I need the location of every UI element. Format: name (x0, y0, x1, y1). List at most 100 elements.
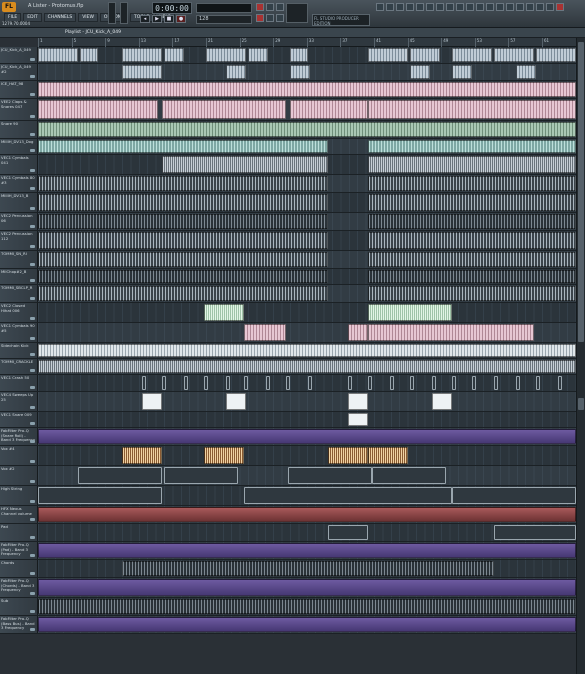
pattern-clip[interactable] (308, 376, 312, 390)
track-header[interactable]: Sidechain Kick (0, 343, 38, 358)
wait-input-icon[interactable] (266, 3, 274, 11)
pattern-clip[interactable] (38, 194, 328, 211)
track-enable-led[interactable] (30, 58, 35, 61)
track-header[interactable]: Vox #4 (0, 446, 38, 465)
project-info-icon[interactable] (436, 3, 444, 11)
pattern-clip[interactable] (38, 429, 576, 444)
record-button[interactable]: ● (176, 15, 186, 23)
track-enable-led[interactable] (30, 460, 35, 463)
pattern-clip[interactable] (248, 48, 268, 62)
master-pitch-slider[interactable] (120, 2, 128, 24)
pattern-clip[interactable] (266, 376, 270, 390)
pattern-clip[interactable] (452, 65, 472, 79)
track-header[interactable]: MIIIIH_DV13_Dog (0, 139, 38, 154)
track-header[interactable]: JCU_Kick_A_049 (0, 47, 38, 63)
pattern-clip[interactable] (288, 467, 372, 484)
plugin-picker-icon[interactable] (426, 3, 434, 11)
track-header[interactable]: Sub (0, 598, 38, 615)
track-lane[interactable] (38, 466, 576, 485)
track-lane[interactable] (38, 47, 576, 63)
track-lane[interactable] (38, 446, 576, 465)
undo-icon[interactable] (456, 3, 464, 11)
track-enable-led[interactable] (30, 480, 35, 483)
pattern-clip[interactable] (368, 447, 408, 464)
pattern-clip[interactable] (244, 487, 452, 504)
track-lane[interactable] (38, 412, 576, 427)
minimize-icon[interactable] (536, 3, 544, 11)
track-lane[interactable] (38, 343, 576, 358)
pattern-clip[interactable] (558, 376, 562, 390)
pattern-clip[interactable] (368, 232, 576, 249)
pattern-clip[interactable] (286, 376, 290, 390)
pattern-clip[interactable] (516, 376, 520, 390)
track-enable-led[interactable] (30, 554, 35, 557)
pattern-clip[interactable] (368, 140, 576, 153)
track-lane[interactable] (38, 231, 576, 250)
online-icon[interactable] (486, 3, 494, 11)
track-header[interactable]: VEC1 Cymbals 041 (0, 155, 38, 174)
track-lane[interactable] (38, 64, 576, 80)
track-lane[interactable] (38, 175, 576, 192)
pattern-clip[interactable] (328, 447, 368, 464)
track-enable-led[interactable] (30, 317, 35, 320)
track-enable-led[interactable] (30, 115, 35, 118)
track-lane[interactable] (38, 392, 576, 411)
pattern-clip[interactable] (368, 156, 576, 173)
pattern-clip[interactable] (80, 48, 98, 62)
track-header[interactable]: FabFilter Pro-Q (Snare Roll) - Band 3 Fr… (0, 428, 38, 445)
pattern-clip[interactable] (204, 376, 208, 390)
pattern-clip[interactable] (78, 467, 162, 484)
save-icon[interactable] (466, 3, 474, 11)
help-icon[interactable] (496, 3, 504, 11)
pattern-clip[interactable] (290, 48, 308, 62)
track-header[interactable]: Snare 90 (0, 121, 38, 138)
loop-record-icon[interactable] (276, 14, 284, 22)
browser-window-icon[interactable] (416, 3, 424, 11)
pattern-clip[interactable] (122, 561, 494, 576)
pattern-clip[interactable] (38, 232, 328, 249)
close-icon[interactable] (556, 3, 564, 11)
track-header[interactable]: VEC4 Sweeps Up 25 (0, 392, 38, 411)
pattern-clip[interactable] (38, 543, 576, 558)
track-enable-led[interactable] (30, 536, 35, 539)
countdown-icon[interactable] (276, 3, 284, 11)
track-header[interactable]: VEC2 Percussion 06 (0, 213, 38, 230)
track-header[interactable]: VEC1 Crash 50 (0, 375, 38, 391)
pattern-selector[interactable] (286, 3, 308, 23)
track-header[interactable]: MIIIIH_DV13_B (0, 193, 38, 212)
pattern-clip[interactable] (290, 65, 310, 79)
pattern-clip[interactable] (452, 48, 492, 62)
pattern-clip[interactable] (162, 156, 328, 173)
track-enable-led[interactable] (30, 440, 35, 443)
pattern-clip[interactable] (162, 100, 286, 119)
step-edit-icon[interactable] (266, 14, 274, 22)
track-enable-led[interactable] (30, 422, 35, 425)
track-lane[interactable] (38, 375, 576, 391)
track-lane[interactable] (38, 428, 576, 445)
render-icon[interactable] (446, 3, 454, 11)
pattern-clip[interactable] (516, 65, 536, 79)
track-header[interactable]: VEC1 Snare 009 (0, 412, 38, 427)
pattern-clip[interactable] (142, 393, 162, 410)
pattern-clip[interactable] (38, 214, 328, 229)
pattern-clip[interactable] (432, 376, 436, 390)
stop-button[interactable]: ■ (164, 15, 174, 23)
pattern-clip[interactable] (38, 48, 78, 62)
time-display[interactable]: 0:00:00 (152, 2, 192, 14)
track-lane[interactable] (38, 81, 576, 98)
pattern-clip[interactable] (122, 447, 162, 464)
track-lane[interactable] (38, 155, 576, 174)
track-lane[interactable] (38, 486, 576, 505)
pattern-clip[interactable] (536, 376, 540, 390)
pattern-clip[interactable] (204, 447, 244, 464)
track-lane[interactable] (38, 121, 576, 138)
track-header[interactable]: VEE2 Claps & Snares 047 (0, 99, 38, 120)
track-lane[interactable] (38, 524, 576, 541)
track-lane[interactable] (38, 303, 576, 322)
track-lane[interactable] (38, 560, 576, 577)
track-lane[interactable] (38, 598, 576, 615)
track-header[interactable]: TOMMI_SN_RI (0, 251, 38, 268)
track-header[interactable]: FabFilter Pro-Q (Bass Bus) - Band 3 Freq… (0, 616, 38, 633)
menu-view[interactable]: VIEW (78, 13, 98, 22)
pattern-clip[interactable] (38, 617, 576, 632)
